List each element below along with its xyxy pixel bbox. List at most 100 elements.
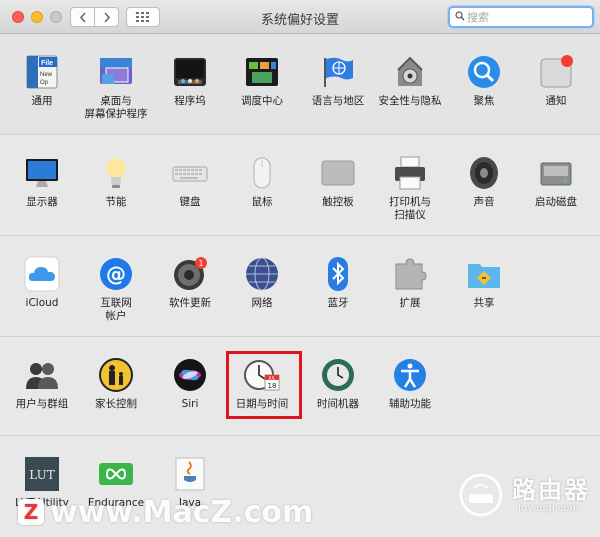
siri-icon	[172, 357, 208, 393]
pane-keyboard[interactable]: 键盘	[151, 155, 229, 209]
pane-time-machine[interactable]: 时间机器	[299, 357, 377, 411]
pane-displays[interactable]: 显示器	[3, 155, 81, 209]
displays-icon	[24, 155, 60, 191]
printers-scanners-icon	[392, 155, 428, 191]
router-logo: 路由器 luyouqi.com	[456, 468, 596, 522]
pane-label: 键盘	[179, 196, 201, 208]
pane-security-privacy[interactable]: 安全性与隐私	[371, 54, 449, 108]
update-badge: 1	[198, 259, 203, 268]
pane-label: Siri	[181, 398, 199, 410]
endurance-icon	[98, 456, 134, 492]
pane-dock[interactable]: 程序坞	[151, 54, 229, 108]
dock-icon	[172, 54, 208, 90]
watermark-text: www.MacZ.com	[50, 494, 314, 530]
search-icon	[455, 11, 465, 21]
java-icon	[172, 456, 208, 492]
svg-text:Op: Op	[40, 80, 49, 86]
search-input[interactable]	[467, 9, 587, 25]
pane-network[interactable]: 网络	[223, 256, 301, 310]
pane-extensions[interactable]: 扩展	[371, 256, 449, 310]
svg-text:File: File	[41, 60, 53, 67]
accessibility-icon	[392, 357, 428, 393]
pane-label: 触控板	[322, 196, 354, 208]
users-groups-icon	[24, 357, 60, 393]
time-machine-icon	[320, 357, 356, 393]
pane-general[interactable]: File New Op 通用	[3, 54, 81, 108]
pane-label: 打印机与 扫描仪	[389, 196, 431, 221]
pane-label: 通用	[31, 95, 53, 107]
sharing-icon	[466, 256, 502, 292]
watermark: Z www.MacZ.com	[18, 492, 313, 532]
pane-desktop-screensaver[interactable]: 桌面与 屏幕保护程序	[77, 54, 155, 121]
personal-section: File New Op 通用 桌面与 屏幕保护程序 程序坞 调度中心 语言与地区…	[0, 34, 600, 135]
pane-label: 启动磁盘	[535, 196, 577, 208]
pane-trackpad[interactable]: 触控板	[299, 155, 377, 209]
pane-label: 扩展	[399, 297, 421, 309]
general-icon: File New Op	[24, 54, 60, 90]
pane-label: 桌面与 屏幕保护程序	[84, 95, 148, 120]
pane-notifications[interactable]: 通知	[517, 54, 595, 108]
pane-energy-saver[interactable]: 节能	[77, 155, 155, 209]
pane-internet-accounts[interactable]: @ 互联网 帐户	[77, 256, 155, 323]
security-privacy-icon	[392, 54, 428, 90]
pane-printers-scanners[interactable]: 打印机与 扫描仪	[371, 155, 449, 222]
pane-label: 通知	[545, 95, 567, 107]
notifications-icon	[538, 54, 574, 90]
pane-sharing[interactable]: 共享	[445, 256, 523, 310]
pane-software-update[interactable]: 1 软件更新	[151, 256, 229, 310]
parental-controls-icon	[98, 357, 134, 393]
pane-label: 显示器	[26, 196, 58, 208]
trackpad-icon	[320, 155, 356, 191]
hardware-section: 显示器 节能 键盘 鼠标 触控板 打印机与 扫描仪 声音 启动磁盘	[0, 135, 600, 236]
energy-saver-icon	[98, 155, 134, 191]
search-field[interactable]	[448, 6, 594, 28]
router-logo-cn: 路由器	[512, 476, 590, 504]
pane-accessibility[interactable]: 辅助功能	[371, 357, 449, 411]
pane-startup-disk[interactable]: 启动磁盘	[517, 155, 595, 209]
pane-siri[interactable]: Siri	[151, 357, 229, 411]
pane-label: 共享	[473, 297, 495, 309]
pane-parental-controls[interactable]: 家长控制	[77, 357, 155, 411]
router-logo-icon	[459, 473, 503, 517]
spotlight-icon	[466, 54, 502, 90]
internet-section: iCloud @ 互联网 帐户 1 软件更新 网络 蓝牙 扩展 共享	[0, 236, 600, 337]
desktop-screensaver-icon	[98, 54, 134, 90]
pane-label: 节能	[105, 196, 127, 208]
pane-mission-control[interactable]: 调度中心	[223, 54, 301, 108]
bluetooth-icon	[320, 256, 356, 292]
mission-control-icon	[244, 54, 280, 90]
icloud-icon	[24, 256, 60, 292]
pane-label: iCloud	[25, 297, 59, 309]
pane-spotlight[interactable]: 聚焦	[445, 54, 523, 108]
extensions-icon	[392, 256, 428, 292]
pane-users-groups[interactable]: 用户与群组	[3, 357, 81, 411]
pane-label: 网络	[251, 297, 273, 309]
pane-language-region[interactable]: 语言与地区	[299, 54, 377, 108]
pane-label: 安全性与隐私	[378, 95, 442, 107]
pane-label: 时间机器	[317, 398, 359, 410]
pane-label: 家长控制	[95, 398, 137, 410]
pane-label: 调度中心	[241, 95, 283, 107]
sound-icon	[466, 155, 502, 191]
pane-bluetooth[interactable]: 蓝牙	[299, 256, 377, 310]
pane-label: 聚焦	[473, 95, 495, 107]
internet-accounts-icon: @	[98, 256, 134, 292]
title-bar: 系统偏好设置	[0, 0, 600, 34]
router-logo-en: luyouqi.com	[518, 503, 580, 514]
pane-icloud[interactable]: iCloud	[3, 256, 81, 310]
pane-label: 用户与群组	[15, 398, 69, 410]
pane-label: 程序坞	[174, 95, 206, 107]
pane-label: 声音	[473, 196, 495, 208]
pane-label: 蓝牙	[327, 297, 349, 309]
pane-label: 互联网 帐户	[100, 297, 132, 322]
pane-sound[interactable]: 声音	[445, 155, 523, 209]
keyboard-icon	[172, 155, 208, 191]
startup-disk-icon	[538, 155, 574, 191]
mouse-icon	[244, 155, 280, 191]
lut-utility-icon: LUT	[24, 456, 60, 492]
pane-label: 鼠标	[251, 196, 273, 208]
language-region-icon	[320, 54, 356, 90]
software-update-icon: 1	[172, 256, 208, 292]
highlight-box	[226, 351, 302, 419]
pane-mouse[interactable]: 鼠标	[223, 155, 301, 209]
